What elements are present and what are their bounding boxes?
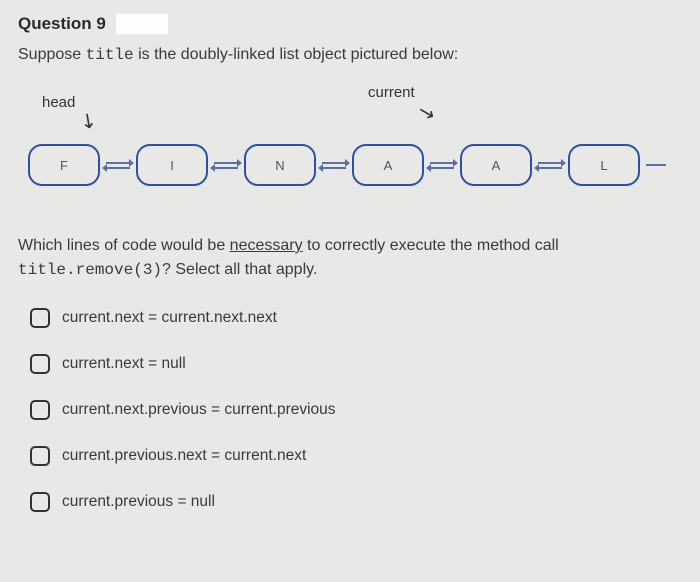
option-row[interactable]: current.previous.next = current.next xyxy=(30,446,682,466)
q-necessary: necessary xyxy=(230,237,303,254)
connector xyxy=(538,162,562,169)
question-text: Which lines of code would be necessary t… xyxy=(18,234,682,282)
option-row[interactable]: current.previous = null xyxy=(30,492,682,512)
checkbox[interactable] xyxy=(30,400,50,420)
tail-line xyxy=(646,164,666,166)
connector xyxy=(214,162,238,169)
intro-code: title xyxy=(86,46,134,64)
head-pointer-label: head xyxy=(42,94,75,111)
option-text: current.previous.next = current.next xyxy=(62,447,306,465)
option-row[interactable]: current.next = null xyxy=(30,354,682,374)
option-text: current.next = null xyxy=(62,355,186,373)
question-number: Question 9 xyxy=(18,14,106,34)
node-5: L xyxy=(568,144,640,186)
node-row: F I N A A L xyxy=(28,144,666,186)
checkbox[interactable] xyxy=(30,446,50,466)
q-line2-suffix: ? Select all that apply. xyxy=(162,261,317,278)
head-arrow-icon: ↘ xyxy=(74,105,102,135)
node-4: A xyxy=(460,144,532,186)
current-pointer-label: current xyxy=(368,84,415,101)
intro-suffix: is the doubly-linked list object picture… xyxy=(134,46,459,63)
node-0: F xyxy=(28,144,100,186)
options-list: current.next = current.next.next current… xyxy=(18,308,682,512)
checkbox[interactable] xyxy=(30,354,50,374)
connector xyxy=(430,162,454,169)
connector xyxy=(322,162,346,169)
node-1: I xyxy=(136,144,208,186)
redaction-box xyxy=(116,14,168,34)
q-line1-prefix: Which lines of code would be xyxy=(18,237,230,254)
q-line1-suffix: to correctly execute the method call xyxy=(303,237,559,254)
option-row[interactable]: current.next = current.next.next xyxy=(30,308,682,328)
q-code: title.remove(3) xyxy=(18,261,162,279)
connector xyxy=(106,162,130,169)
node-2: N xyxy=(244,144,316,186)
linked-list-diagram: head ↘ current ↙ F I N A A L xyxy=(18,94,682,204)
checkbox[interactable] xyxy=(30,308,50,328)
option-text: current.next.previous = current.previous xyxy=(62,401,336,419)
option-text: current.previous = null xyxy=(62,493,215,511)
checkbox[interactable] xyxy=(30,492,50,512)
option-row[interactable]: current.next.previous = current.previous xyxy=(30,400,682,420)
node-3: A xyxy=(352,144,424,186)
option-text: current.next = current.next.next xyxy=(62,309,277,327)
current-arrow-icon: ↙ xyxy=(415,98,438,126)
intro-text: Suppose title is the doubly-linked list … xyxy=(18,46,682,64)
intro-prefix: Suppose xyxy=(18,46,86,63)
